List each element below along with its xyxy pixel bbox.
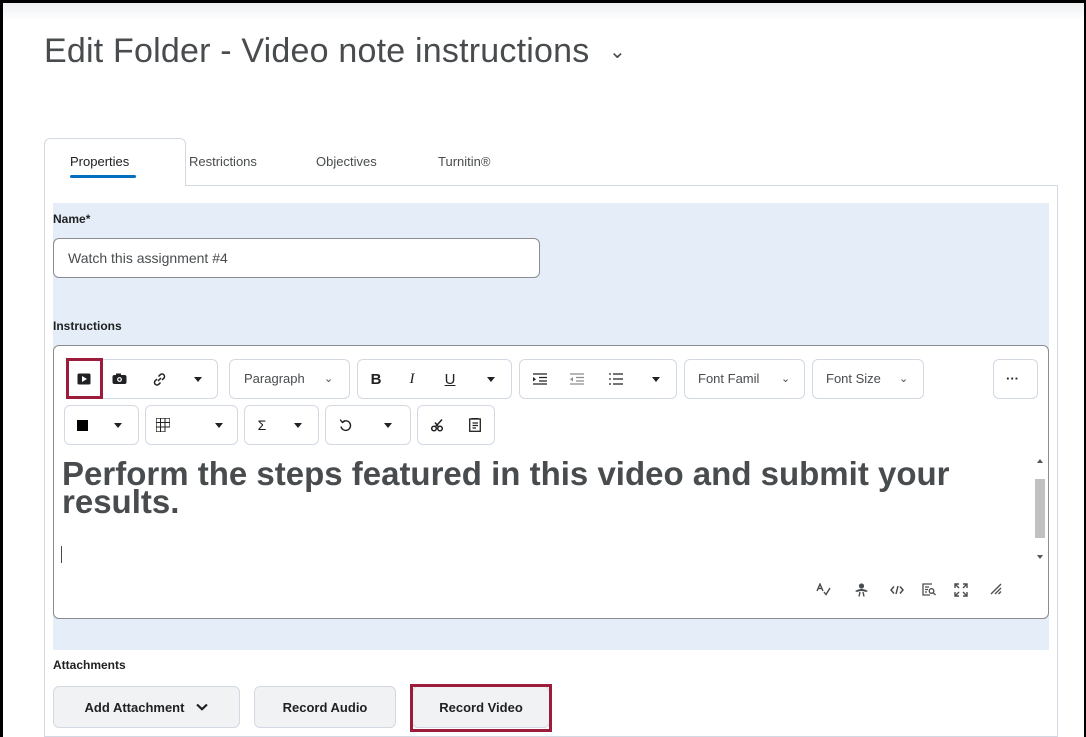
add-attachment-button[interactable]: Add Attachment (53, 686, 240, 728)
name-input[interactable]: Watch this assignment #4 (53, 238, 540, 278)
text-cursor (61, 546, 62, 563)
video-button-highlight (66, 358, 103, 399)
font-family-label: Font Famil (698, 371, 760, 386)
tab-properties[interactable]: Properties (70, 154, 129, 169)
clipboard-group (417, 405, 495, 445)
tab-turnitin[interactable]: Turnitin® (438, 154, 490, 169)
underline-icon[interactable]: U (435, 360, 465, 398)
italic-icon[interactable]: I (397, 360, 427, 398)
chevron-down-icon: ⌄ (781, 373, 791, 385)
attachments-label: Attachments (53, 658, 126, 672)
undo-group (325, 405, 411, 445)
fullscreen-icon[interactable] (952, 583, 970, 600)
font-size-label: Font Size (826, 371, 881, 386)
bold-icon[interactable]: B (361, 360, 391, 398)
clipboard-icon[interactable] (460, 406, 490, 444)
header-shadow (3, 3, 1084, 21)
undo-icon[interactable] (330, 406, 360, 444)
record-audio-label: Record Audio (282, 699, 368, 715)
camera-icon[interactable] (104, 360, 134, 398)
chevron-down-icon: ⌄ (899, 373, 909, 385)
outdent-icon[interactable] (562, 360, 592, 398)
window-frame-left (0, 0, 3, 737)
color-square-icon[interactable] (67, 406, 97, 444)
equation-dropdown[interactable] (283, 406, 313, 444)
list-group (519, 359, 677, 399)
tab-divider (185, 185, 1058, 186)
preview-icon[interactable] (920, 583, 938, 599)
tab-bar: Properties Restrictions Objectives Turni… (44, 138, 1058, 186)
name-label-text: Name (53, 212, 86, 226)
font-size-dropdown[interactable]: Font Size ⌄ (812, 359, 924, 399)
spellcheck-icon[interactable] (814, 582, 832, 599)
tab-objectives[interactable]: Objectives (316, 154, 377, 169)
tab-active-indicator (70, 175, 136, 178)
instructions-label: Instructions (53, 319, 122, 333)
format-group: B I U (357, 359, 512, 399)
table-dropdown[interactable] (204, 406, 234, 444)
name-label: Name* (53, 212, 90, 226)
accessibility-icon[interactable] (852, 583, 870, 600)
chevron-down-icon: ⌄ (324, 373, 334, 385)
scroll-down-arrow-icon[interactable] (1037, 555, 1043, 559)
list-more-dropdown[interactable] (641, 360, 671, 398)
color-group (64, 405, 139, 445)
chevron-down-icon[interactable]: ⌄ (609, 39, 626, 64)
link-icon[interactable] (144, 360, 174, 398)
format-more-dropdown[interactable] (476, 360, 506, 398)
list-icon[interactable] (601, 360, 631, 398)
paragraph-label: Paragraph (244, 371, 305, 386)
page-title: Edit Folder - Video note instructions ⌄ (44, 32, 626, 71)
indent-icon[interactable] (525, 360, 555, 398)
scissors-icon[interactable] (423, 406, 453, 444)
more-icon: ··· (1006, 371, 1019, 386)
add-attachment-label: Add Attachment (84, 699, 185, 715)
scroll-up-arrow-icon[interactable] (1037, 459, 1043, 463)
table-icon[interactable] (148, 406, 178, 444)
font-family-dropdown[interactable]: Font Famil ⌄ (684, 359, 805, 399)
page-title-text: Edit Folder - Video note instructions (44, 32, 590, 70)
table-group (145, 405, 238, 445)
resize-handle-icon[interactable] (987, 583, 1005, 598)
equation-group: Σ (244, 405, 319, 445)
more-actions-button[interactable]: ··· (993, 359, 1038, 399)
record-video-highlight (410, 684, 552, 732)
scrollbar-thumb[interactable] (1035, 479, 1045, 538)
paragraph-dropdown[interactable]: Paragraph ⌄ (229, 359, 350, 399)
editor-content[interactable]: Perform the steps featured in this video… (62, 457, 1022, 518)
insert-more-dropdown[interactable] (183, 360, 213, 398)
record-audio-button[interactable]: Record Audio (254, 686, 396, 728)
required-marker: * (85, 212, 91, 226)
tab-restrictions[interactable]: Restrictions (189, 154, 257, 169)
equation-icon[interactable]: Σ (247, 406, 277, 444)
undo-dropdown[interactable] (373, 406, 403, 444)
code-icon[interactable] (888, 583, 906, 598)
chevron-down-icon (196, 703, 209, 711)
color-dropdown[interactable] (103, 406, 133, 444)
